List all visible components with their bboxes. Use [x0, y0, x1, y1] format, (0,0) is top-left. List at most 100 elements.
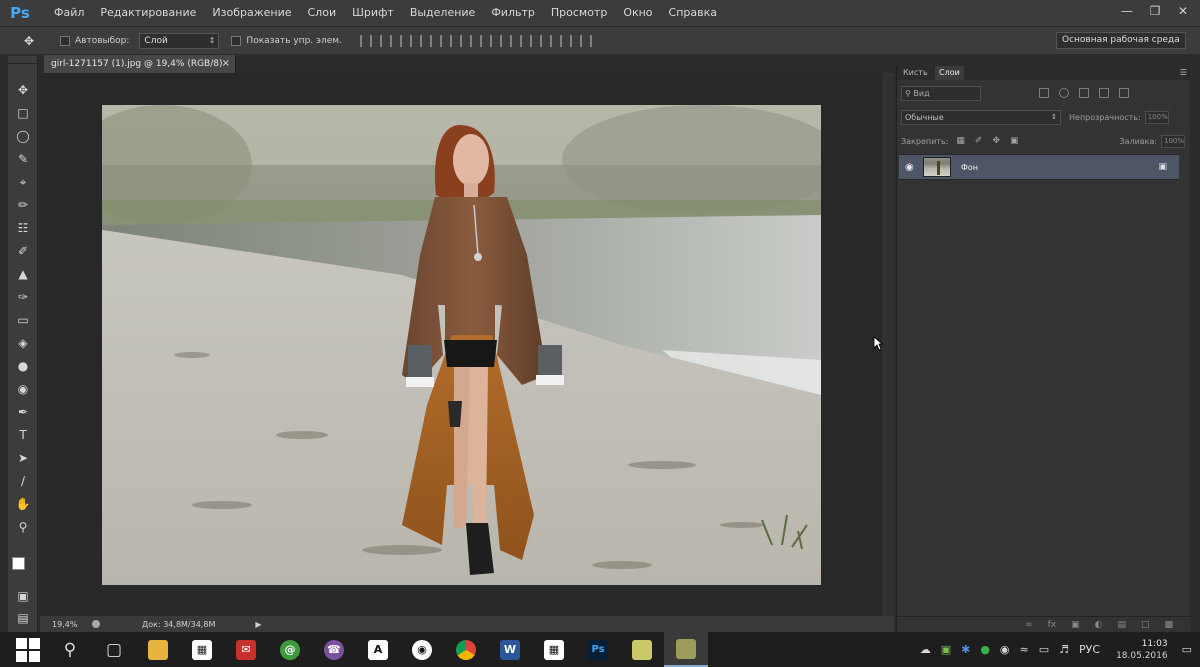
tab-layers[interactable]: Слои	[935, 66, 964, 80]
photoshop-taskbar-icon[interactable]: Ps	[576, 632, 620, 667]
media-app-icon[interactable]	[664, 632, 708, 667]
color-swatches[interactable]	[11, 556, 37, 580]
pen-tool-icon[interactable]: ✒	[12, 402, 34, 422]
tools-grip[interactable]	[8, 56, 37, 64]
lock-position-icon[interactable]: ✥	[992, 136, 1000, 146]
menu-image[interactable]: Изображение	[204, 0, 299, 26]
menu-help[interactable]: Справка	[661, 0, 725, 26]
paint-bucket-tool-icon[interactable]: ◈	[12, 333, 34, 353]
hand-tool-icon[interactable]: ✋	[12, 494, 34, 514]
task-view-icon[interactable]: ▢	[92, 632, 136, 667]
healing-brush-tool-icon[interactable]: ☷	[12, 218, 34, 238]
minimize-button[interactable]: —	[1118, 4, 1136, 18]
clone-stamp-tool-icon[interactable]: ▲	[12, 264, 34, 284]
align-bottom-icon[interactable]	[399, 34, 412, 47]
filter-type-icon[interactable]	[1079, 88, 1089, 98]
layer-name[interactable]: Фон	[961, 163, 978, 172]
align-hcenter-icon[interactable]	[439, 34, 452, 47]
mail-app-icon[interactable]: ✉	[224, 632, 268, 667]
history-brush-tool-icon[interactable]: ✑	[12, 287, 34, 307]
distribute-bottom-icon[interactable]	[519, 34, 532, 47]
document-tab[interactable]: girl-1271157 (1).jpg @ 19,4% (RGB/8) ×	[44, 55, 236, 73]
blur-tool-icon[interactable]: ●	[12, 356, 34, 376]
filter-pixel-icon[interactable]	[1039, 88, 1049, 98]
move-tool-icon[interactable]: ✥	[12, 80, 34, 100]
file-explorer-icon[interactable]	[136, 632, 180, 667]
start-button[interactable]	[16, 637, 40, 662]
volume-icon[interactable]: ♬	[1059, 643, 1069, 656]
crop-tool-icon[interactable]: ⌖	[12, 172, 34, 192]
menu-layers[interactable]: Слои	[300, 0, 345, 26]
notes-app-icon[interactable]	[620, 632, 664, 667]
screen-mode-icon[interactable]: ▤	[12, 608, 34, 628]
align-top-icon[interactable]	[359, 34, 372, 47]
autoselect-checkbox[interactable]	[60, 35, 70, 46]
new-group-icon[interactable]: ▤	[1117, 620, 1126, 630]
menu-select[interactable]: Выделение	[402, 0, 484, 26]
menu-view[interactable]: Просмотр	[543, 0, 615, 26]
zoom-level[interactable]: 19,4%	[52, 620, 82, 629]
notifications-icon[interactable]: ▭	[1182, 643, 1192, 656]
language-indicator[interactable]: РУС	[1079, 643, 1100, 656]
clock[interactable]: 11:03 18.05.2016	[1116, 638, 1168, 662]
blend-mode-dropdown[interactable]: Обычные	[901, 109, 1061, 125]
distribute-vcenter-icon[interactable]	[499, 34, 512, 47]
align-left-icon[interactable]	[419, 34, 432, 47]
eyedropper-tool-icon[interactable]: ✏	[12, 195, 34, 215]
lasso-tool-icon[interactable]: ◯	[12, 126, 34, 146]
quick-selection-tool-icon[interactable]: ✎	[12, 149, 34, 169]
menu-filter[interactable]: Фильтр	[483, 0, 543, 26]
restore-button[interactable]: ❐	[1146, 4, 1164, 18]
add-mask-icon[interactable]: ▣	[1071, 620, 1080, 630]
layer-style-icon[interactable]: fx	[1048, 620, 1057, 630]
tray-green-icon[interactable]: ●	[980, 643, 990, 656]
zoom-tool-icon[interactable]: ⚲	[12, 517, 34, 537]
layer-row[interactable]: ◉ Фон ▣	[899, 154, 1179, 180]
workspace-dropdown[interactable]: Основная рабочая среда	[1056, 32, 1186, 49]
align-vcenter-icon[interactable]	[379, 34, 392, 47]
close-button[interactable]: ✕	[1174, 4, 1192, 18]
menu-file[interactable]: Файл	[46, 0, 92, 26]
filter-smart-object-icon[interactable]	[1119, 88, 1129, 98]
adjustment-layer-icon[interactable]: ◐	[1095, 620, 1103, 630]
type-tool-icon[interactable]: T	[12, 425, 34, 445]
chrome-icon[interactable]	[444, 632, 488, 667]
align-right-icon[interactable]	[459, 34, 472, 47]
visibility-eye-icon[interactable]: ◉	[905, 162, 919, 173]
path-selection-tool-icon[interactable]: ➤	[12, 448, 34, 468]
search-icon[interactable]: ⚲	[48, 632, 92, 667]
distribute-left-icon[interactable]	[539, 34, 552, 47]
opacity-field[interactable]: 100%	[1144, 110, 1169, 124]
status-menu-arrow-icon[interactable]: ▶	[255, 620, 261, 629]
dodge-tool-icon[interactable]: ◉	[12, 379, 34, 399]
cloud-icon[interactable]: ☁	[920, 643, 931, 656]
panel-menu-icon[interactable]: ☰	[1180, 68, 1187, 77]
fill-field[interactable]: 100%	[1161, 134, 1185, 148]
menu-type[interactable]: Шрифт	[344, 0, 402, 26]
eraser-tool-icon[interactable]: ▭	[12, 310, 34, 330]
filter-shape-icon[interactable]	[1099, 88, 1109, 98]
show-transform-checkbox[interactable]	[231, 35, 242, 46]
vertical-scrollbar[interactable]	[882, 73, 894, 616]
autoselect-dropdown[interactable]: Слой	[139, 32, 220, 49]
lock-all-icon[interactable]: ▣	[1010, 136, 1019, 146]
distribute-top-icon[interactable]	[479, 34, 492, 47]
distribute-hcenter-icon[interactable]	[559, 34, 572, 47]
tab-brush[interactable]: Кисть	[899, 66, 932, 80]
lock-image-icon[interactable]: ✐	[975, 136, 983, 146]
camera-app-icon[interactable]: ◉	[400, 632, 444, 667]
lock-transparent-icon[interactable]: ▦	[956, 136, 965, 146]
calculator-icon[interactable]: ▦	[532, 632, 576, 667]
marquee-tool-icon[interactable]: □	[12, 103, 34, 123]
document-image[interactable]	[102, 105, 821, 585]
close-tab-icon[interactable]: ×	[222, 55, 230, 73]
tray-dark-icon[interactable]: ◉	[1000, 643, 1010, 656]
font-app-icon[interactable]: A	[356, 632, 400, 667]
battery-icon[interactable]: ▭	[1039, 643, 1049, 656]
viber-icon[interactable]: ☎	[312, 632, 356, 667]
delete-layer-icon[interactable]: ▩	[1164, 620, 1173, 630]
move-tool-icon[interactable]: ✥	[24, 34, 48, 48]
quick-mask-icon[interactable]: ▣	[12, 586, 34, 606]
status-info-icon[interactable]	[92, 620, 100, 628]
bluetooth-icon[interactable]: ✱	[961, 643, 970, 656]
